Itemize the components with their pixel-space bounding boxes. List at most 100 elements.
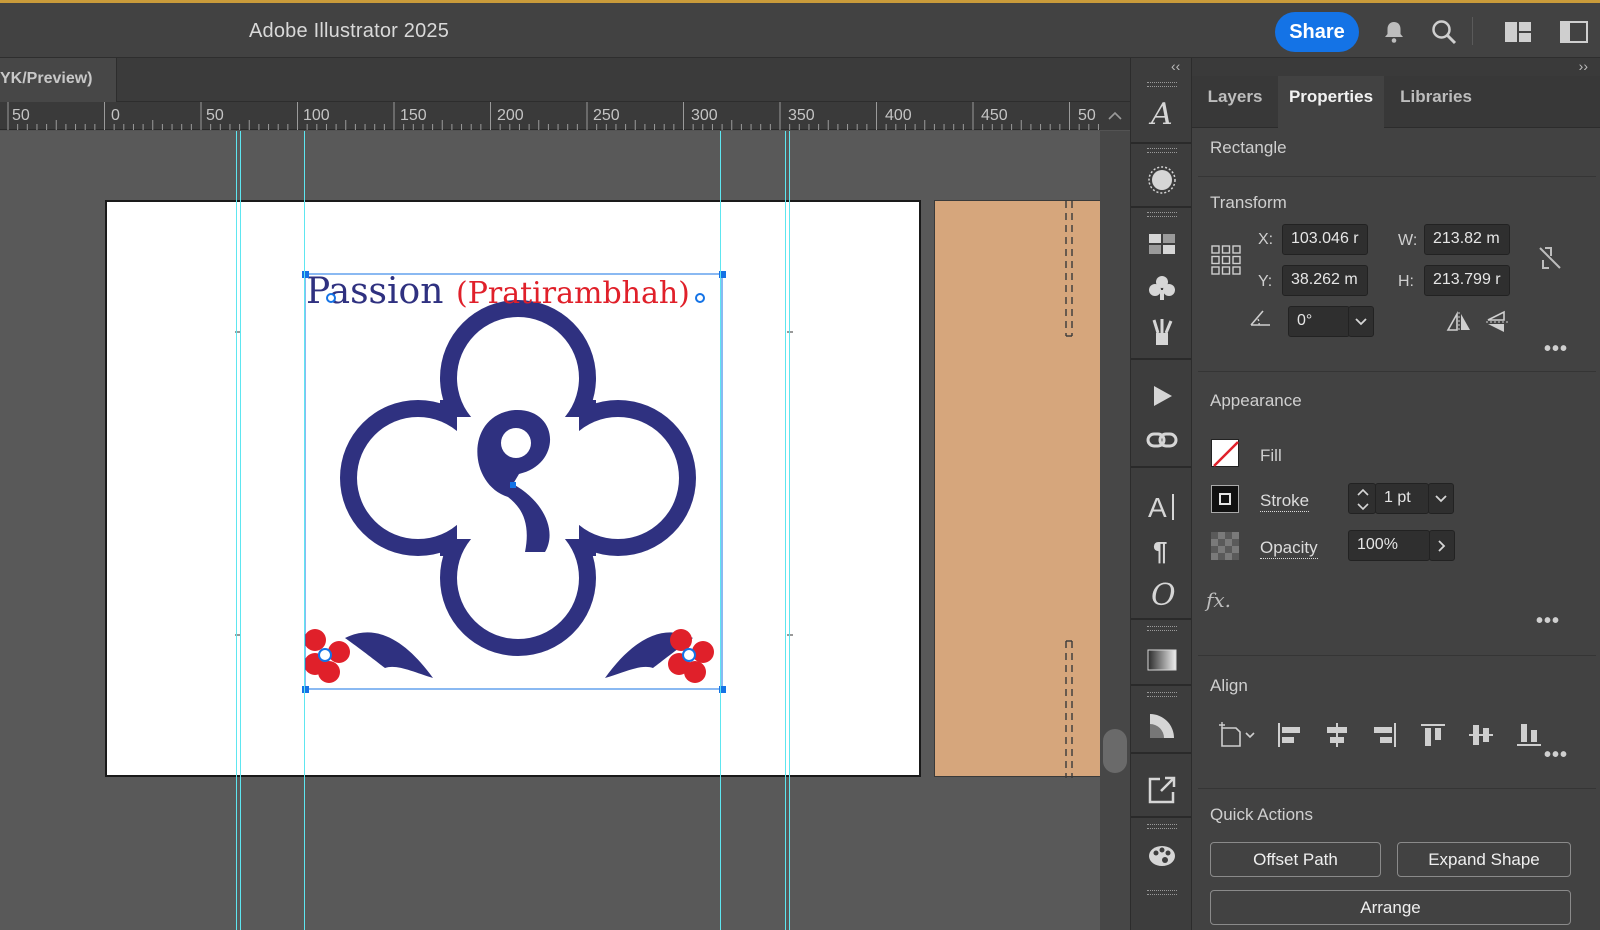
opacity-expand-button[interactable] <box>1429 530 1455 561</box>
scrollbar-thumb[interactable] <box>1103 729 1127 773</box>
brushes-icon[interactable] <box>1141 314 1183 350</box>
collapse-left-icon[interactable]: ‹‹ <box>1171 58 1180 74</box>
flip-vertical-icon[interactable] <box>1484 310 1510 334</box>
horizontal-ruler[interactable]: 50 0 50 100 150 200 250 300 350 400 450 … <box>0 102 1100 130</box>
tool-grip[interactable] <box>1147 626 1177 631</box>
opacity-field[interactable]: 100% <box>1348 530 1430 561</box>
tool-grip[interactable] <box>1147 82 1177 87</box>
x-label: X: <box>1258 231 1274 248</box>
w-label: W: <box>1398 232 1418 249</box>
vertical-guide[interactable] <box>720 131 721 930</box>
stroke-swatch[interactable] <box>1211 485 1239 513</box>
offset-path-button[interactable]: Offset Path <box>1210 842 1381 877</box>
vertical-guide[interactable] <box>785 131 786 930</box>
tool-grip[interactable] <box>1147 148 1177 153</box>
artwork[interactable]: Passion (Pratirambhah) <box>107 202 919 775</box>
tool-grip[interactable] <box>1147 890 1177 895</box>
sun-icon[interactable] <box>1141 162 1183 198</box>
transparency-icon[interactable] <box>1141 708 1183 744</box>
ruler-scroll-up[interactable] <box>1100 102 1130 130</box>
actions-play-icon[interactable] <box>1141 378 1183 414</box>
vertical-scrollbar[interactable] <box>1100 131 1130 930</box>
rotate-angle-field[interactable]: 0° <box>1288 306 1350 337</box>
transform-title: Transform <box>1210 193 1287 212</box>
vertical-guide[interactable] <box>304 131 305 930</box>
paragraph-icon[interactable]: ¶ <box>1141 532 1183 568</box>
ruler-label: 0 <box>111 107 120 124</box>
constrain-proportions-icon[interactable] <box>1536 244 1564 272</box>
stroke-label[interactable]: Stroke <box>1260 491 1310 512</box>
bell-icon[interactable] <box>1378 16 1410 48</box>
align-more-button[interactable]: ••• <box>1544 744 1568 767</box>
ruler-label: 300 <box>691 107 718 124</box>
x-position-field[interactable]: 103.046 r <box>1282 224 1368 255</box>
second-artboard[interactable] <box>934 200 1100 778</box>
align-left-icon[interactable] <box>1274 720 1304 750</box>
vertical-guide[interactable] <box>236 131 237 930</box>
panel-top-bar: ›› <box>1192 58 1600 76</box>
y-position-field[interactable]: 38.262 m <box>1282 265 1368 296</box>
artwork-title[interactable]: Passion <box>306 271 443 312</box>
align-horizontal-center-icon[interactable] <box>1322 720 1352 750</box>
reference-point-icon[interactable] <box>1210 244 1242 276</box>
angle-dropdown[interactable] <box>1348 306 1374 337</box>
height-field[interactable]: 213.799 r <box>1424 265 1510 296</box>
opacity-label[interactable]: Opacity <box>1260 538 1318 559</box>
tab-libraries[interactable]: Libraries <box>1384 76 1488 128</box>
canvas[interactable]: Passion (Pratirambhah) <box>0 131 1100 930</box>
flip-horizontal-icon[interactable] <box>1446 310 1472 334</box>
width-field[interactable]: 213.82 m <box>1424 224 1510 255</box>
effects-fx-icon[interactable]: fx. <box>1206 588 1231 612</box>
transform-more-button[interactable]: ••• <box>1544 338 1568 361</box>
character-icon[interactable]: A <box>1141 488 1183 524</box>
expand-shape-button[interactable]: Expand Shape <box>1397 842 1571 877</box>
panel-toggle-icon[interactable] <box>1558 16 1590 48</box>
tool-separator <box>1131 752 1191 754</box>
stroke-stepper[interactable] <box>1348 483 1376 514</box>
vertical-guide[interactable] <box>789 131 790 930</box>
opacity-swatch-icon[interactable] <box>1211 532 1239 560</box>
tool-grip[interactable] <box>1147 824 1177 829</box>
chevron-down-icon <box>1435 494 1447 502</box>
svg-text:¶: ¶ <box>1153 536 1167 564</box>
tool-separator <box>1131 816 1191 818</box>
club-symbols-icon[interactable] <box>1141 270 1183 306</box>
tab-properties[interactable]: Properties <box>1278 76 1384 128</box>
links-icon[interactable] <box>1141 422 1183 458</box>
align-to-icon[interactable] <box>1216 720 1258 750</box>
palette-icon[interactable] <box>1141 838 1183 874</box>
document-tab[interactable]: YK/Preview) <box>0 58 117 102</box>
share-button[interactable]: Share <box>1275 12 1359 52</box>
workspace-icon[interactable] <box>1502 16 1534 48</box>
tool-grip[interactable] <box>1147 212 1177 217</box>
align-right-icon[interactable] <box>1370 720 1400 750</box>
align-vertical-center-icon[interactable] <box>1466 720 1496 750</box>
glyph-tool-icon[interactable]: A <box>1141 96 1183 132</box>
swatches-icon[interactable] <box>1141 226 1183 262</box>
tool-grip[interactable] <box>1147 692 1177 697</box>
tool-separator <box>1131 142 1191 144</box>
artboard[interactable]: Passion (Pratirambhah) <box>105 200 921 777</box>
stroke-weight-field[interactable]: 1 pt <box>1375 483 1429 514</box>
ruler-label: 100 <box>303 107 330 124</box>
search-icon[interactable] <box>1428 16 1460 48</box>
stroke-weight-dropdown[interactable] <box>1428 483 1454 514</box>
collapse-right-icon[interactable]: ›› <box>1579 58 1588 74</box>
arrange-button[interactable]: Arrange <box>1210 890 1571 925</box>
svg-text:O: O <box>1151 578 1176 610</box>
fill-swatch[interactable] <box>1211 439 1239 467</box>
align-top-icon[interactable] <box>1418 720 1448 750</box>
opentype-icon[interactable]: O <box>1141 576 1183 612</box>
ruler-label: 50 <box>12 107 30 124</box>
left-ornament[interactable] <box>304 629 433 683</box>
gradient-icon[interactable] <box>1141 642 1183 678</box>
appearance-more-button[interactable]: ••• <box>1536 610 1560 633</box>
quatrefoil-shape[interactable] <box>340 300 696 656</box>
chevron-up-icon <box>1108 111 1122 120</box>
vertical-guide[interactable] <box>240 131 241 930</box>
right-ornament[interactable] <box>605 629 714 683</box>
export-icon[interactable] <box>1141 772 1183 808</box>
artwork-subtitle[interactable]: (Pratirambhah) <box>456 276 690 311</box>
align-bottom-icon[interactable] <box>1514 720 1544 750</box>
tab-layers[interactable]: Layers <box>1192 76 1278 128</box>
